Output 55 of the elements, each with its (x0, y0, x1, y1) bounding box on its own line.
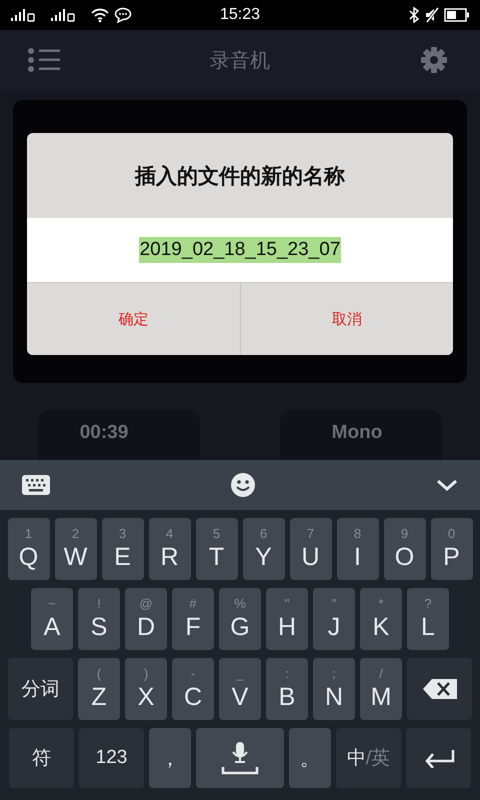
card-value: Mono (332, 422, 382, 445)
text-selection: 2019_02_18_15_23_07 (138, 237, 342, 263)
microphone-icon (221, 741, 259, 775)
letter-key[interactable]: ; N (313, 658, 355, 720)
letter-key[interactable]: " H (266, 588, 308, 650)
clock: 15:23 (218, 6, 262, 24)
letter-key[interactable]: * K (360, 588, 402, 650)
letter-key[interactable]: 0 P (430, 518, 472, 580)
letter-key[interactable]: _ V (219, 658, 261, 720)
letter-key[interactable]: ! S (78, 588, 120, 650)
letter-key[interactable]: " J (313, 588, 355, 650)
enter-icon (422, 748, 454, 768)
input-field[interactable]: 2019_02_18_15_23_07 (27, 218, 453, 283)
function-key[interactable]: 分词 (8, 658, 73, 720)
menu-icon[interactable] (27, 47, 61, 73)
letter-key[interactable]: @ D (125, 588, 167, 650)
letter-key[interactable]: # F (172, 588, 214, 650)
language-key[interactable]: 中/英 (336, 728, 401, 788)
wifi-icon (90, 7, 110, 23)
backspace-icon (422, 678, 458, 700)
letter-key[interactable]: 4 R (148, 518, 190, 580)
chevron-down-icon[interactable] (436, 478, 458, 492)
letter-key[interactable]: 9 O (384, 518, 426, 580)
letter-key[interactable]: ) X (125, 658, 167, 720)
letter-key[interactable]: ~ A (31, 588, 73, 650)
battery-icon (444, 8, 470, 22)
letter-key[interactable]: - C (172, 658, 214, 720)
letter-key[interactable]: % G (219, 588, 261, 650)
letter-key[interactable]: 3 E (102, 518, 144, 580)
letter-key[interactable]: 1 Q (8, 518, 50, 580)
function-key[interactable]: 符 (9, 728, 74, 788)
letter-key[interactable]: ? L (407, 588, 449, 650)
bluetooth-icon (408, 7, 420, 23)
enter-key[interactable] (406, 728, 471, 788)
app-title: 录音机 (209, 46, 271, 74)
letter-key[interactable]: / M (360, 658, 402, 720)
chat-icon (114, 7, 132, 23)
punctuation-key[interactable]: ， (149, 728, 191, 788)
backspace-key[interactable] (407, 658, 472, 720)
mute-icon (424, 7, 440, 23)
function-key[interactable]: 123 (79, 728, 144, 788)
letter-key[interactable]: ( Z (78, 658, 120, 720)
keyboard-icon[interactable] (22, 475, 50, 495)
letter-key[interactable]: 6 Y (242, 518, 284, 580)
letter-key[interactable]: 2 W (54, 518, 96, 580)
letter-key[interactable]: 5 T (196, 518, 238, 580)
letter-key[interactable]: 7 U (290, 518, 332, 580)
dialog-title: 插入的文件的新的名称 (134, 162, 346, 190)
letter-key[interactable]: : B (266, 658, 308, 720)
emoji-icon[interactable] (231, 473, 255, 497)
card-value: 00:39 (80, 422, 128, 445)
punctuation-key[interactable]: 。 (289, 728, 331, 788)
space-key[interactable] (196, 728, 284, 788)
letter-key[interactable]: 8 I (336, 518, 378, 580)
settings-icon[interactable] (420, 46, 448, 74)
